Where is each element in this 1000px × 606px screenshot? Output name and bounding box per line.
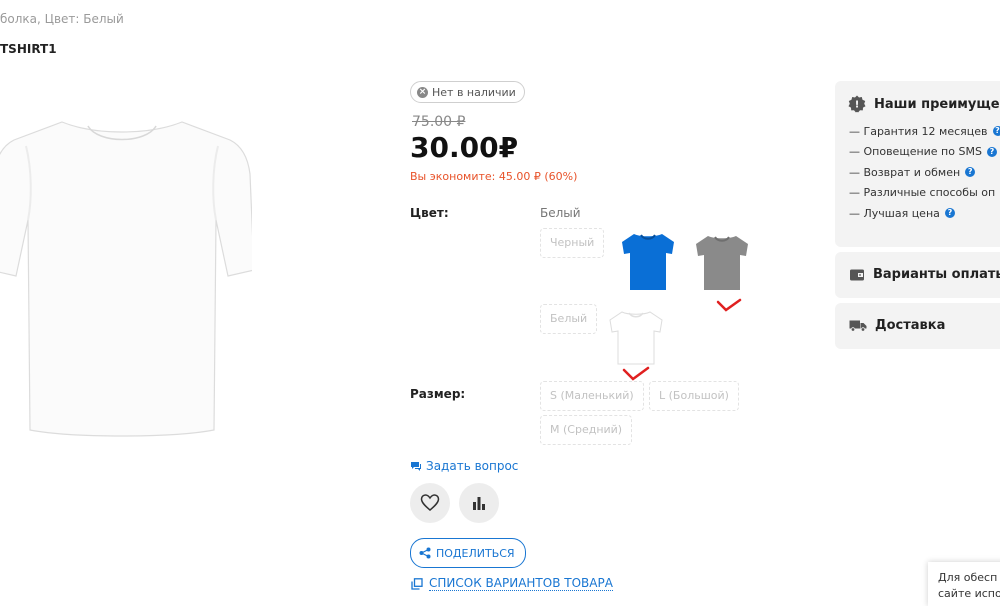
heart-icon — [420, 494, 440, 512]
advantages-list: — Гарантия 12 месяцев ? — Оповещение по … — [835, 113, 1000, 224]
color-option-white[interactable]: Белый — [540, 304, 597, 334]
favorite-button[interactable] — [410, 483, 450, 523]
cookie-notice: Для обесп сайте испо — [928, 562, 1000, 606]
advantage-return: — Возврат и обмен ? — [849, 162, 1000, 183]
size-option-s[interactable]: S (Маленький) — [540, 381, 644, 411]
truck-icon — [849, 319, 867, 332]
out-of-stock-badge: × Нет в наличии — [410, 81, 525, 103]
help-icon[interactable]: ? — [987, 147, 997, 157]
variants-list-link[interactable]: СПИСОК ВАРИАНТОВ ТОВАРА — [411, 576, 613, 591]
advantage-text: — Различные способы оп — [849, 186, 995, 199]
advantage-text: — Оповещение по SMS — [849, 145, 982, 158]
size-option-m[interactable]: M (Средний) — [540, 415, 632, 445]
help-icon[interactable]: ? — [993, 126, 1000, 136]
advantages-header: ! Наши преимущест — [835, 81, 1000, 113]
cookie-text-line2: сайте испо — [938, 586, 1000, 602]
old-price: 75.00 ₽ — [412, 114, 465, 130]
help-icon[interactable]: ? — [965, 167, 975, 177]
size-option-l[interactable]: L (Большой) — [649, 381, 739, 411]
wallet-icon — [849, 268, 865, 282]
current-price: 30.00₽ — [410, 131, 518, 164]
advantage-payment-methods: — Различные способы оп — [849, 183, 1000, 204]
cookie-text-line1: Для обесп — [938, 570, 1000, 586]
advantage-best-price: — Лучшая цена ? — [849, 203, 1000, 224]
share-icon — [419, 547, 431, 559]
payment-options-title: Варианты оплаты — [873, 267, 1000, 282]
compare-button[interactable] — [459, 483, 499, 523]
advantage-text: — Лучшая цена — [849, 207, 940, 220]
product-sku: TSHIRT1 — [0, 42, 57, 56]
red-mark-icon — [716, 298, 742, 314]
payment-options-header: Варианты оплаты — [835, 252, 1000, 282]
advantages-card: ! Наши преимущест — Гарантия 12 месяцев … — [835, 81, 1000, 247]
svg-text:!: ! — [855, 100, 860, 111]
ask-question-link[interactable]: Задать вопрос — [410, 459, 518, 473]
variants-list-text: СПИСОК ВАРИАНТОВ ТОВАРА — [429, 576, 613, 591]
ask-question-text: Задать вопрос — [426, 459, 518, 473]
delivery-header: Доставка — [835, 303, 1000, 333]
chat-icon — [410, 461, 422, 472]
delivery-title: Доставка — [875, 318, 945, 333]
color-thumb-gray[interactable] — [694, 232, 750, 292]
share-label: ПОДЕЛИТЬСЯ — [436, 547, 515, 560]
delivery-card[interactable]: Доставка — [835, 303, 1000, 349]
color-thumb-white[interactable] — [608, 308, 664, 366]
copy-icon — [411, 578, 423, 590]
red-mark-icon — [622, 366, 650, 382]
badge-icon: ! — [848, 95, 866, 113]
advantage-text: — Возврат и обмен — [849, 166, 960, 179]
advantage-warranty: — Гарантия 12 месяцев ? — [849, 121, 1000, 142]
advantages-title: Наши преимущест — [874, 97, 1000, 112]
help-icon[interactable]: ? — [945, 208, 955, 218]
color-thumb-blue[interactable] — [620, 230, 676, 292]
close-circle-icon: × — [417, 87, 428, 98]
product-main-image[interactable] — [0, 110, 252, 440]
breadcrumb[interactable]: болка, Цвет: Белый — [0, 12, 124, 26]
color-option-black[interactable]: Черный — [540, 228, 604, 258]
savings-text: Вы экономите: 45.00 ₽ (60%) — [410, 170, 577, 183]
share-button[interactable]: ПОДЕЛИТЬСЯ — [410, 538, 526, 568]
advantage-sms: — Оповещение по SMS ? — [849, 142, 1000, 163]
color-label: Цвет: — [410, 206, 449, 220]
advantage-text: — Гарантия 12 месяцев — [849, 125, 988, 138]
size-label: Размер: — [410, 387, 465, 401]
payment-options-card[interactable]: Варианты оплаты — [835, 252, 1000, 298]
stock-status-text: Нет в наличии — [432, 86, 516, 99]
color-selected-value: Белый — [540, 206, 581, 220]
bar-chart-icon — [471, 495, 487, 511]
